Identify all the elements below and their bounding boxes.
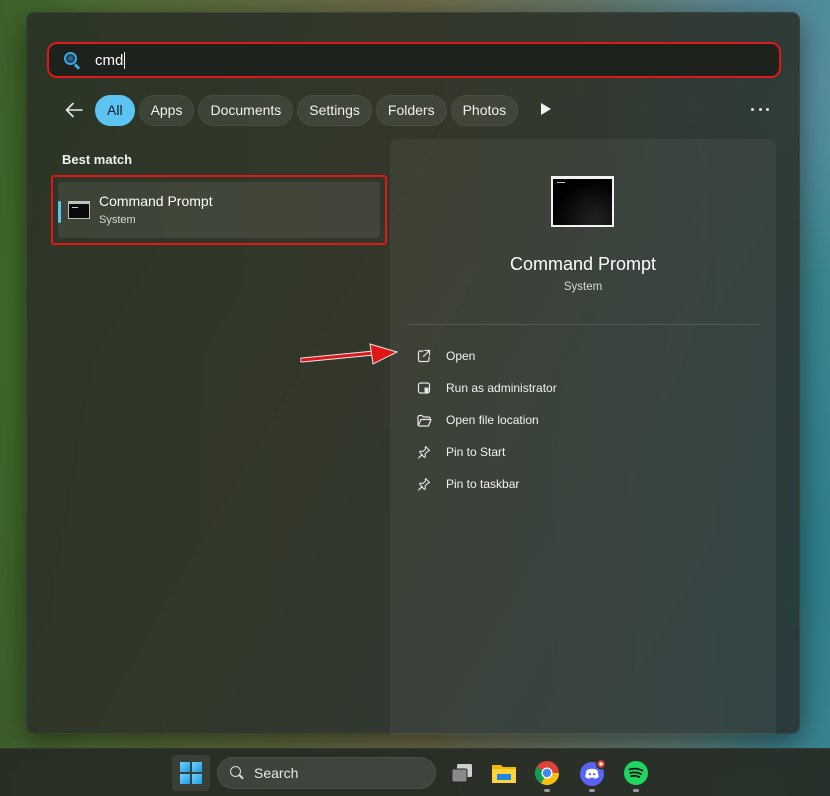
action-pin-to-start[interactable]: Pin to Start <box>416 436 756 468</box>
play-icon <box>541 103 551 115</box>
section-title-best-match: Best match <box>62 152 133 167</box>
running-indicator <box>633 789 639 792</box>
detail-subtitle: System <box>563 281 603 293</box>
action-run-as-administrator[interactable]: Run as administrator <box>416 372 756 404</box>
action-list: Open Run as administrator Open file loca… <box>416 340 756 500</box>
detail-title: Command Prompt <box>509 254 657 274</box>
back-button[interactable] <box>61 97 87 123</box>
running-indicator <box>544 789 550 792</box>
more-filters-button[interactable] <box>539 101 553 117</box>
action-label: Run as administrator <box>446 381 557 395</box>
action-label: Open file location <box>446 413 539 427</box>
best-match-result[interactable]: Command Prompt System <box>51 175 387 245</box>
filter-chip-photos[interactable]: Photos <box>450 94 519 126</box>
pin-icon <box>416 444 432 460</box>
text-caret <box>124 51 126 69</box>
divider <box>406 324 760 325</box>
taskbar: Search <box>0 748 830 796</box>
filter-chip-all[interactable]: All <box>95 94 135 126</box>
filter-bar: All Apps Documents Settings Folders Phot… <box>61 94 522 126</box>
action-label: Pin to Start <box>446 445 506 459</box>
action-label: Pin to taskbar <box>446 477 520 491</box>
action-pin-to-taskbar[interactable]: Pin to taskbar <box>416 468 756 500</box>
arrow-left-icon <box>65 102 83 118</box>
more-options-button[interactable] <box>749 99 771 119</box>
pin-icon <box>416 476 432 492</box>
taskbar-search-label: Search <box>254 765 299 781</box>
search-icon <box>230 766 244 780</box>
search-input[interactable]: cmd <box>95 52 123 69</box>
terminal-icon-large <box>551 176 614 227</box>
filter-chip-folders[interactable]: Folders <box>375 94 447 126</box>
action-open[interactable]: Open <box>416 340 756 372</box>
more-options-icon <box>751 107 754 111</box>
windows-logo-icon <box>180 762 202 784</box>
chrome-icon[interactable] <box>533 759 561 787</box>
spotify-icon[interactable] <box>622 759 650 787</box>
start-button[interactable] <box>172 755 210 791</box>
detail-pane: Command Prompt System Open Run as admini… <box>390 139 776 735</box>
selection-indicator <box>58 201 61 223</box>
action-label: Open <box>446 349 476 363</box>
start-search-panel: cmd All Apps Documents Settings Folders … <box>26 12 800 735</box>
search-icon <box>63 51 81 70</box>
discord-icon[interactable] <box>578 758 607 787</box>
file-explorer-icon[interactable] <box>490 759 518 787</box>
filter-chip-settings[interactable]: Settings <box>297 94 372 126</box>
action-open-file-location[interactable]: Open file location <box>416 404 756 436</box>
search-box[interactable]: cmd <box>47 42 781 78</box>
task-view-icon[interactable] <box>448 759 476 787</box>
filter-chip-documents[interactable]: Documents <box>198 94 294 126</box>
shield-admin-icon <box>416 380 432 396</box>
annotation-arrow-icon <box>300 343 399 365</box>
result-title: Command Prompt <box>99 193 213 209</box>
folder-open-icon <box>416 412 432 428</box>
running-indicator <box>589 789 595 792</box>
filter-chip-apps[interactable]: Apps <box>138 94 195 126</box>
open-external-icon <box>416 348 432 364</box>
result-subtitle: System <box>99 214 136 226</box>
taskbar-search[interactable]: Search <box>217 757 436 789</box>
terminal-icon <box>68 201 90 219</box>
